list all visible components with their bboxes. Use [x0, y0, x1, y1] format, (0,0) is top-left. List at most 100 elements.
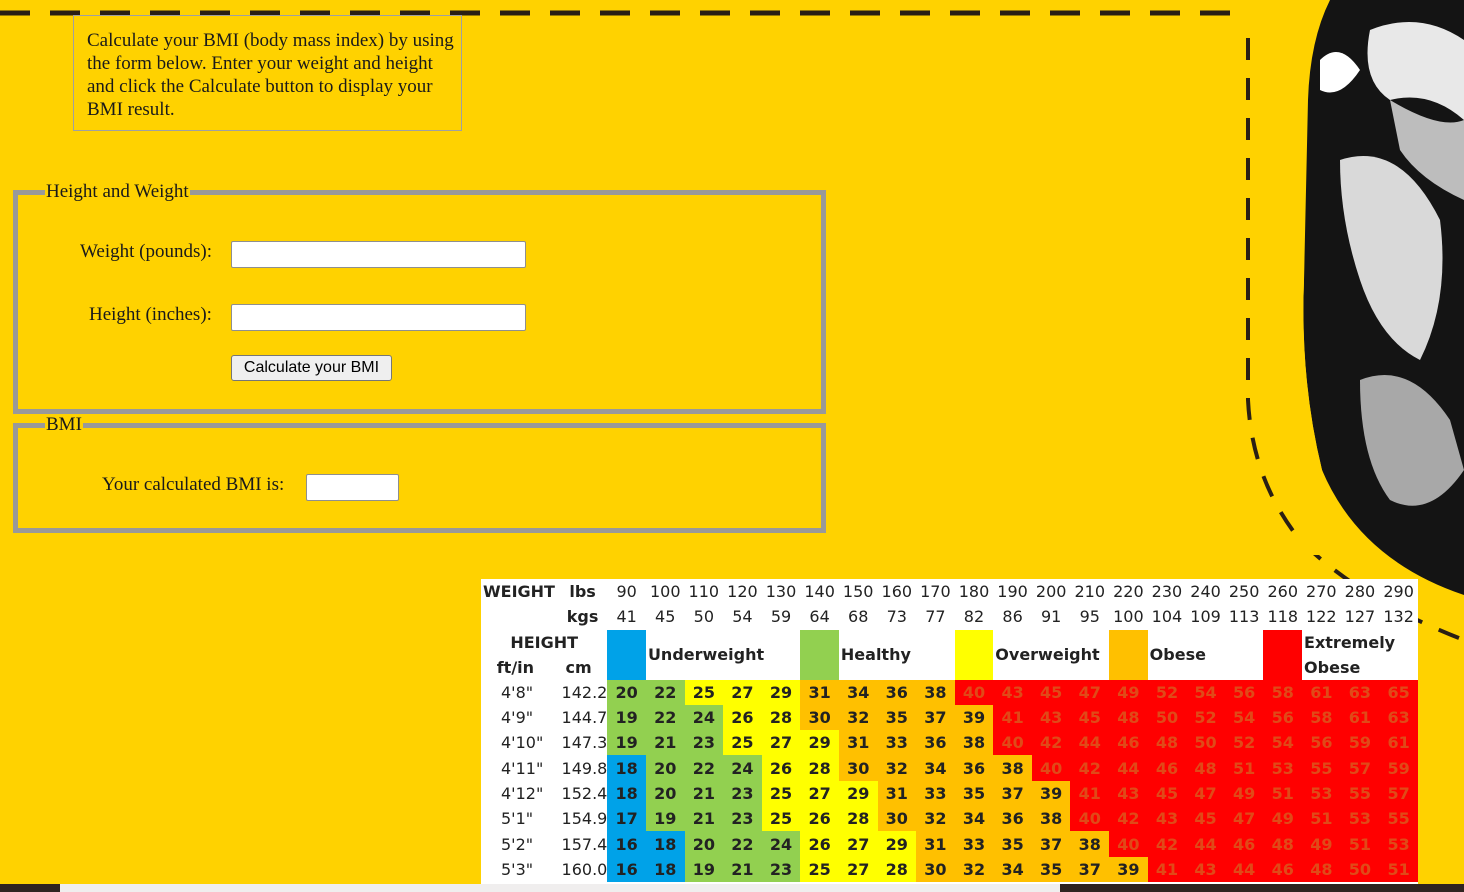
height-weight-legend: Height and Weight	[46, 181, 189, 202]
bmi-cell: 50	[1147, 704, 1187, 731]
bmi-cell: 30	[800, 704, 839, 731]
bmi-cell: 50	[1340, 856, 1380, 882]
bmi-cell: 29	[877, 831, 917, 857]
bmi-cell: 57	[1340, 755, 1380, 781]
weight-label: Weight (pounds):	[80, 241, 212, 262]
chart-lbs-row: WEIGHT lbs 90 100 110 120 130 140 150 16…	[481, 579, 1418, 604]
height-input[interactable]	[231, 304, 526, 331]
bmi-cell: 55	[1302, 755, 1341, 781]
bmi-result-label: Your calculated BMI is:	[102, 474, 285, 495]
bmi-cell: 36	[916, 730, 955, 756]
ftin-header: ft/in	[496, 657, 535, 677]
bmi-cell: 50	[1186, 730, 1225, 756]
bmi-cell: 31	[877, 780, 917, 807]
bmi-cell: 49	[1302, 831, 1341, 857]
bmi-cell: 37	[1031, 831, 1071, 857]
obese-swatch	[1109, 629, 1148, 680]
bmi-cell: 22	[645, 704, 685, 731]
bmi-cell: 27	[761, 730, 801, 756]
bottom-strip	[0, 884, 1464, 892]
kgs-value: 50	[693, 607, 714, 627]
healthy-label: Healthy	[840, 645, 911, 665]
lbs-value: 270	[1306, 582, 1337, 602]
bmi-cell: 63	[1379, 704, 1418, 731]
kgs-value: 73	[886, 607, 907, 627]
bmi-cell: 23	[723, 806, 762, 832]
bmi-cell: 24	[684, 704, 724, 731]
bmi-row: 4'11" 149.8 18 20 22 24 26 28 30 32 34 36 38 40 42 44 46…	[481, 755, 1418, 781]
bmi-cell: 19	[684, 856, 724, 882]
bmi-cell: 48	[1186, 755, 1225, 781]
height-cm: 157.4	[561, 834, 608, 854]
bmi-cell: 43	[993, 679, 1032, 705]
bmi-cell: 35	[993, 831, 1032, 857]
bmi-cell: 59	[1379, 755, 1418, 781]
bmi-cell: 40	[1109, 831, 1148, 857]
chart-kgs-row: kgs 41 45 50 54 59 64 68 73 77 82 86 91 …	[481, 604, 1418, 629]
bmi-cell: 22	[684, 755, 724, 781]
bmi-result-output[interactable]	[306, 474, 399, 501]
cm-header: cm	[565, 657, 592, 677]
bmi-rows: 4'8" 142.2 20 22 25 27 29 31 34 36 38 40 43 45 47 49 52 5…	[481, 679, 1418, 882]
lbs-value: 230	[1151, 582, 1183, 602]
bmi-cell: 65	[1379, 679, 1418, 705]
bmi-cell: 20	[684, 831, 724, 857]
bmi-cell: 52	[1224, 730, 1264, 756]
bmi-cell: 20	[607, 679, 646, 705]
calculate-bmi-button[interactable]: Calculate your BMI	[231, 355, 392, 381]
lbs-value: 210	[1074, 582, 1106, 602]
bmi-cell: 39	[1031, 780, 1071, 807]
lbs-value: 140	[804, 582, 835, 602]
bmi-cell: 22	[723, 831, 762, 857]
bmi-cell: 16	[607, 831, 646, 857]
lbs-value: 240	[1190, 582, 1221, 602]
bmi-cell: 61	[1379, 730, 1418, 756]
overweight-label: Overweight	[995, 645, 1100, 665]
bmi-cell: 46	[1263, 856, 1303, 882]
bmi-cell: 29	[800, 730, 839, 756]
bmi-cell: 42	[1070, 755, 1110, 781]
bmi-cell: 38	[1070, 831, 1110, 857]
bmi-cell: 27	[723, 679, 762, 705]
lbs-header: lbs	[569, 582, 596, 602]
bmi-cell: 54	[1186, 679, 1225, 705]
bmi-cell: 45	[1147, 780, 1187, 807]
bmi-cell: 38	[993, 755, 1032, 781]
bmi-cell: 21	[645, 730, 685, 756]
bmi-cell: 40	[1031, 755, 1071, 781]
bmi-row: 4'8" 142.2 20 22 25 27 29 31 34 36 38 40 43 45 47 49 52 5…	[481, 679, 1418, 705]
bmi-cell: 25	[761, 806, 801, 832]
height-label: Height (inches):	[89, 304, 212, 325]
bmi-cell: 35	[877, 704, 917, 731]
bmi-cell: 35	[1031, 856, 1071, 882]
underweight-label: Underweight	[647, 645, 765, 665]
bmi-cell: 53	[1340, 806, 1380, 832]
lbs-value: 100	[649, 582, 681, 602]
bmi-cell: 52	[1186, 704, 1225, 731]
bmi-cell: 58	[1302, 704, 1341, 731]
lbs-value: 280	[1344, 582, 1376, 602]
decorative-photo	[1300, 0, 1464, 595]
bmi-cell: 42	[1147, 831, 1187, 857]
bmi-cell: 41	[1070, 780, 1110, 807]
kgs-value: 86	[1002, 607, 1023, 627]
weight-input[interactable]	[231, 241, 526, 268]
lbs-value: 120	[727, 582, 758, 602]
bmi-cell: 30	[877, 806, 917, 832]
bmi-cell: 41	[1147, 856, 1187, 882]
height-cm: 160.0	[561, 859, 608, 879]
kgs-value: 68	[848, 607, 869, 627]
lbs-value: 110	[688, 582, 720, 602]
chart-legend-row: HEIGHT ft/in cm Underweight Healthy Over…	[481, 629, 1418, 680]
bmi-cell: 34	[954, 806, 994, 832]
bmi-cell: 51	[1340, 831, 1380, 857]
bmi-cell: 20	[645, 755, 685, 781]
bmi-cell: 40	[954, 679, 994, 705]
healthy-swatch	[800, 629, 839, 680]
bmi-cell: 34	[916, 755, 955, 781]
bmi-cell: 61	[1302, 679, 1341, 705]
height-cm: 142.2	[561, 682, 608, 702]
bmi-cell: 54	[1224, 704, 1264, 731]
bmi-cell: 37	[1070, 856, 1110, 882]
bmi-cell: 27	[800, 780, 839, 807]
